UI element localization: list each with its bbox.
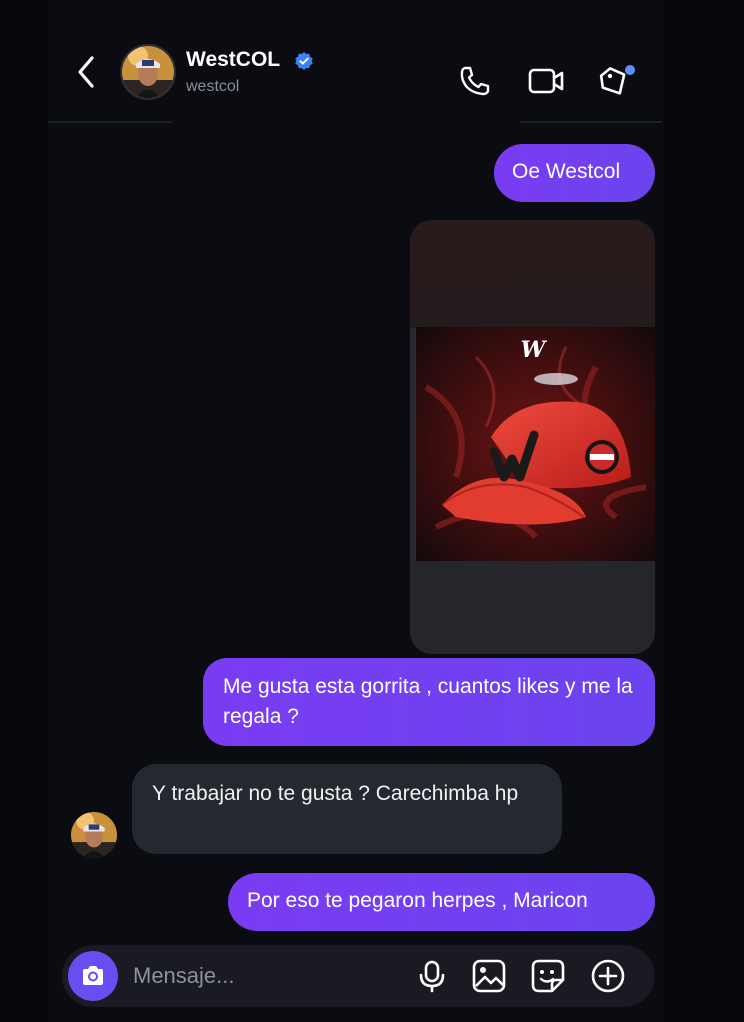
camera-icon (83, 966, 103, 985)
header-divider (520, 121, 662, 123)
brand-w-logo: W (521, 337, 548, 363)
shared-image-message[interactable]: W (410, 220, 655, 654)
image-padding (410, 220, 655, 328)
back-icon (78, 56, 94, 88)
message-input[interactable] (133, 958, 403, 994)
sticker-icon[interactable] (530, 958, 566, 994)
outgoing-message[interactable]: Por eso te pegaron herpes , Maricon (228, 873, 655, 931)
video-camera-icon[interactable] (527, 62, 565, 100)
contact-name[interactable]: WestCOL (186, 48, 280, 72)
tag-icon[interactable] (598, 62, 636, 100)
incoming-message[interactable]: Y trabajar no te gusta ? Carechimba hp (132, 764, 562, 854)
contact-username: westcol (186, 78, 240, 95)
microphone-icon[interactable] (414, 958, 450, 994)
gallery-icon[interactable] (471, 958, 507, 994)
chat-header: WestCOL westcol (0, 0, 744, 125)
sender-avatar[interactable] (71, 812, 117, 858)
outgoing-message[interactable]: Me gusta esta gorrita , cuantos likes y … (203, 658, 655, 746)
camera-button[interactable] (68, 951, 118, 1001)
header-divider (48, 121, 172, 123)
image-padding (410, 561, 655, 654)
back-button[interactable] (70, 52, 102, 92)
verified-badge-icon (295, 52, 313, 70)
avatar[interactable] (120, 44, 176, 100)
outgoing-message[interactable]: Oe Westcol (494, 144, 655, 202)
phone-icon[interactable] (456, 62, 494, 100)
red-cap-image: W (416, 327, 655, 561)
add-icon[interactable] (590, 958, 626, 994)
